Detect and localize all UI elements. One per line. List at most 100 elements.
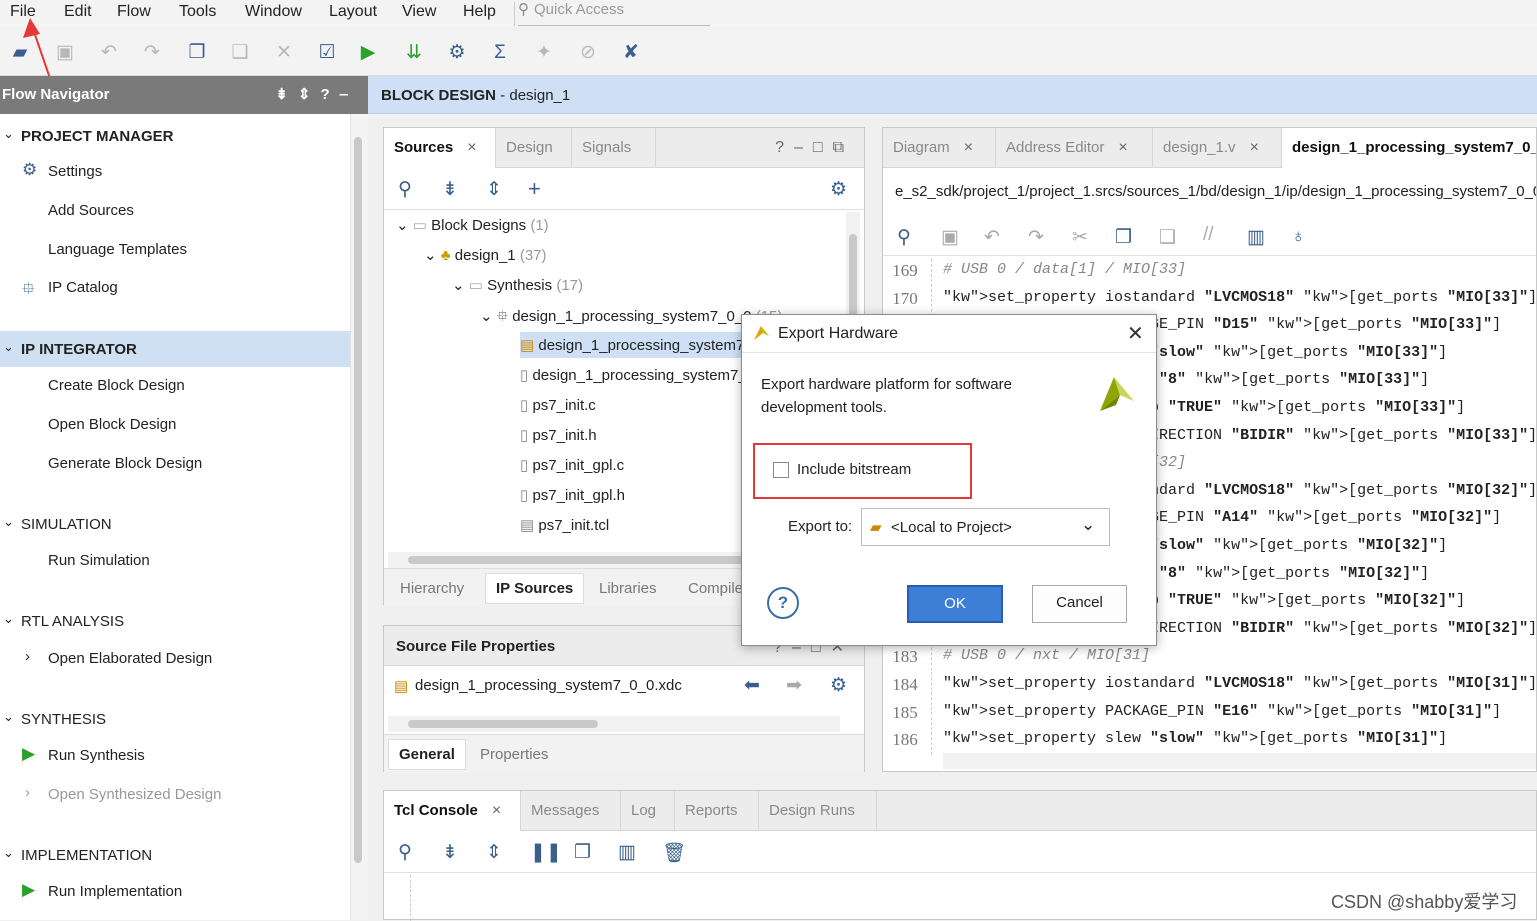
sigma-icon[interactable]: Σ <box>489 42 511 64</box>
disabled-tool2-icon[interactable]: ⊘ <box>577 42 599 64</box>
settings-icon[interactable]: ⚙ <box>446 42 468 64</box>
quick-access-input[interactable]: ⚲ Quick Access <box>518 0 710 26</box>
redo-icon[interactable]: ↷ <box>141 42 163 64</box>
tab-xdc-file[interactable]: design_1_processing_system7_0_0.xdc <box>1282 128 1536 168</box>
expand-all-icon[interactable]: ⇕ <box>486 841 502 864</box>
tree-row[interactable]: ▯ ps7_init.h <box>520 426 597 444</box>
sfp-hscrollbar[interactable] <box>388 716 840 732</box>
menu-help[interactable]: Help <box>463 3 496 21</box>
tab-design-1-v[interactable]: design_1.v × <box>1153 128 1282 168</box>
nav-settings[interactable]: Settings <box>48 163 102 180</box>
tab-signals[interactable]: Signals <box>572 128 656 168</box>
tab-design[interactable]: Design <box>496 128 572 168</box>
help-icon[interactable]: ? <box>767 587 799 619</box>
column-icon[interactable]: ▥ <box>1247 226 1265 249</box>
nav-run-implementation[interactable]: Run Implementation <box>48 883 182 900</box>
nav-open-elaborated-design[interactable]: Open Elaborated Design <box>48 650 212 667</box>
cross-tool-icon[interactable]: ✘ <box>620 42 642 64</box>
menu-window[interactable]: Window <box>245 3 302 21</box>
section-implementation[interactable]: ⌄ IMPLEMENTATION <box>0 837 350 873</box>
paste-icon[interactable]: ❑ <box>229 42 251 64</box>
nav-ip-catalog[interactable]: IP Catalog <box>48 279 118 296</box>
nav-create-block-design[interactable]: Create Block Design <box>48 377 185 394</box>
copy-icon[interactable]: ❐ <box>1115 226 1132 249</box>
check-icon[interactable]: ☑ <box>316 42 338 64</box>
close-icon[interactable]: × <box>492 802 501 819</box>
section-project-manager[interactable]: ⌄ PROJECT MANAGER <box>0 118 350 154</box>
export-to-select[interactable]: ▰ <Local to Project> ⌄ <box>861 508 1110 546</box>
run-icon[interactable]: ▶ <box>357 42 379 64</box>
trash-icon[interactable]: 🗑 <box>662 841 686 865</box>
nav-run-synthesis[interactable]: Run Synthesis <box>48 747 145 764</box>
nav-add-sources[interactable]: Add Sources <box>48 202 134 219</box>
back-arrow-icon[interactable]: ⬅ <box>744 674 760 697</box>
save-icon[interactable]: ▣ <box>941 226 959 249</box>
delete-icon[interactable]: ✕ <box>273 42 295 64</box>
include-bitstream-label[interactable]: Include bitstream <box>797 461 911 478</box>
tab-libraries[interactable]: Libraries <box>599 580 657 597</box>
tab-address-editor[interactable]: Address Editor × <box>996 128 1153 168</box>
editor-hscrollbar[interactable] <box>943 753 1536 769</box>
tab-sources[interactable]: Sources × <box>384 128 496 168</box>
close-icon[interactable]: × <box>964 139 973 156</box>
nav-generate-block-design[interactable]: Generate Block Design <box>48 455 202 472</box>
include-bitstream-checkbox[interactable] <box>773 462 789 478</box>
close-icon[interactable]: × <box>1118 139 1127 156</box>
ok-button[interactable]: OK <box>907 585 1003 623</box>
pause-icon[interactable]: ❚❚ <box>530 841 562 864</box>
menu-layout[interactable]: Layout <box>329 3 377 21</box>
tree-row[interactable]: ⌄ ⯐ design_1_processing_system7_0_0 (15) <box>480 306 782 331</box>
tab-messages[interactable]: Messages <box>521 791 621 831</box>
tab-tcl-console[interactable]: Tcl Console × <box>384 791 521 831</box>
nav-open-synthesized-design[interactable]: Open Synthesized Design <box>48 786 221 803</box>
tree-row[interactable]: ⌄ ▭ Block Designs (1) <box>396 216 549 234</box>
panel-window-icons[interactable]: ?‒□⧉ <box>775 139 854 157</box>
flow-navigator-header-icons[interactable]: ⇟⇕?‒ <box>275 85 358 103</box>
tab-ip-sources[interactable]: IP Sources <box>485 573 585 604</box>
tree-row[interactable]: ⌄ ♣ design_1 (37) <box>424 246 547 264</box>
close-icon[interactable]: × <box>1250 139 1259 156</box>
bulb-icon[interactable]: ♁ <box>1291 226 1305 248</box>
search-icon[interactable]: ⚲ <box>398 841 412 864</box>
cancel-button[interactable]: Cancel <box>1032 585 1127 623</box>
cut-icon[interactable]: ✂ <box>1072 226 1088 249</box>
expand-all-icon[interactable]: ⇕ <box>486 178 502 201</box>
tab-properties[interactable]: Properties <box>480 746 548 763</box>
tree-row[interactable]: ▯ ps7_init.c <box>520 396 596 414</box>
close-icon[interactable]: × <box>467 139 476 156</box>
collapse-all-icon[interactable]: ⇟ <box>442 841 458 864</box>
gear-icon[interactable]: ⚙ <box>830 674 847 697</box>
forward-arrow-icon[interactable]: ➡ <box>786 674 802 697</box>
menu-tools[interactable]: Tools <box>179 3 216 21</box>
undo-icon[interactable]: ↶ <box>984 226 1000 249</box>
section-synthesis[interactable]: ⌄ SYNTHESIS <box>0 701 350 737</box>
section-rtl-analysis[interactable]: ⌄ RTL ANALYSIS <box>0 603 350 639</box>
tab-general[interactable]: General <box>388 739 466 770</box>
comment-icon[interactable]: // <box>1203 224 1214 246</box>
section-simulation[interactable]: ⌄ SIMULATION <box>0 506 350 542</box>
copy-icon[interactable]: ❐ <box>574 841 591 864</box>
tab-log[interactable]: Log <box>621 791 675 831</box>
nav-language-templates[interactable]: Language Templates <box>48 241 187 258</box>
tab-diagram[interactable]: Diagram × <box>883 128 996 168</box>
copy-icon[interactable]: ❐ <box>186 42 208 64</box>
nav-run-simulation[interactable]: Run Simulation <box>48 552 150 569</box>
column-icon[interactable]: ▥ <box>618 841 636 864</box>
tab-design-runs[interactable]: Design Runs <box>759 791 877 831</box>
disabled-tool-icon[interactable]: ✦ <box>533 42 555 64</box>
tree-row[interactable]: ▤ ps7_init.tcl <box>520 516 609 534</box>
menu-view[interactable]: View <box>402 3 436 21</box>
paste-icon[interactable]: ❑ <box>1159 226 1176 249</box>
tab-reports[interactable]: Reports <box>675 791 759 831</box>
gear-icon[interactable]: ⚙ <box>830 178 847 201</box>
tab-hierarchy[interactable]: Hierarchy <box>400 580 464 597</box>
redo-icon[interactable]: ↷ <box>1028 226 1044 249</box>
close-icon[interactable]: ✕ <box>1127 321 1144 346</box>
add-icon[interactable]: + <box>528 176 541 202</box>
flow-navigator-scroll-thumb[interactable] <box>354 137 362 863</box>
tree-row[interactable]: ▯ ps7_init_gpl.c <box>520 456 624 474</box>
search-icon[interactable]: ⚲ <box>398 178 412 201</box>
nav-open-block-design[interactable]: Open Block Design <box>48 416 176 433</box>
collapse-all-icon[interactable]: ⇟ <box>442 178 458 201</box>
section-ip-integrator[interactable]: ⌄ IP INTEGRATOR <box>0 331 350 367</box>
